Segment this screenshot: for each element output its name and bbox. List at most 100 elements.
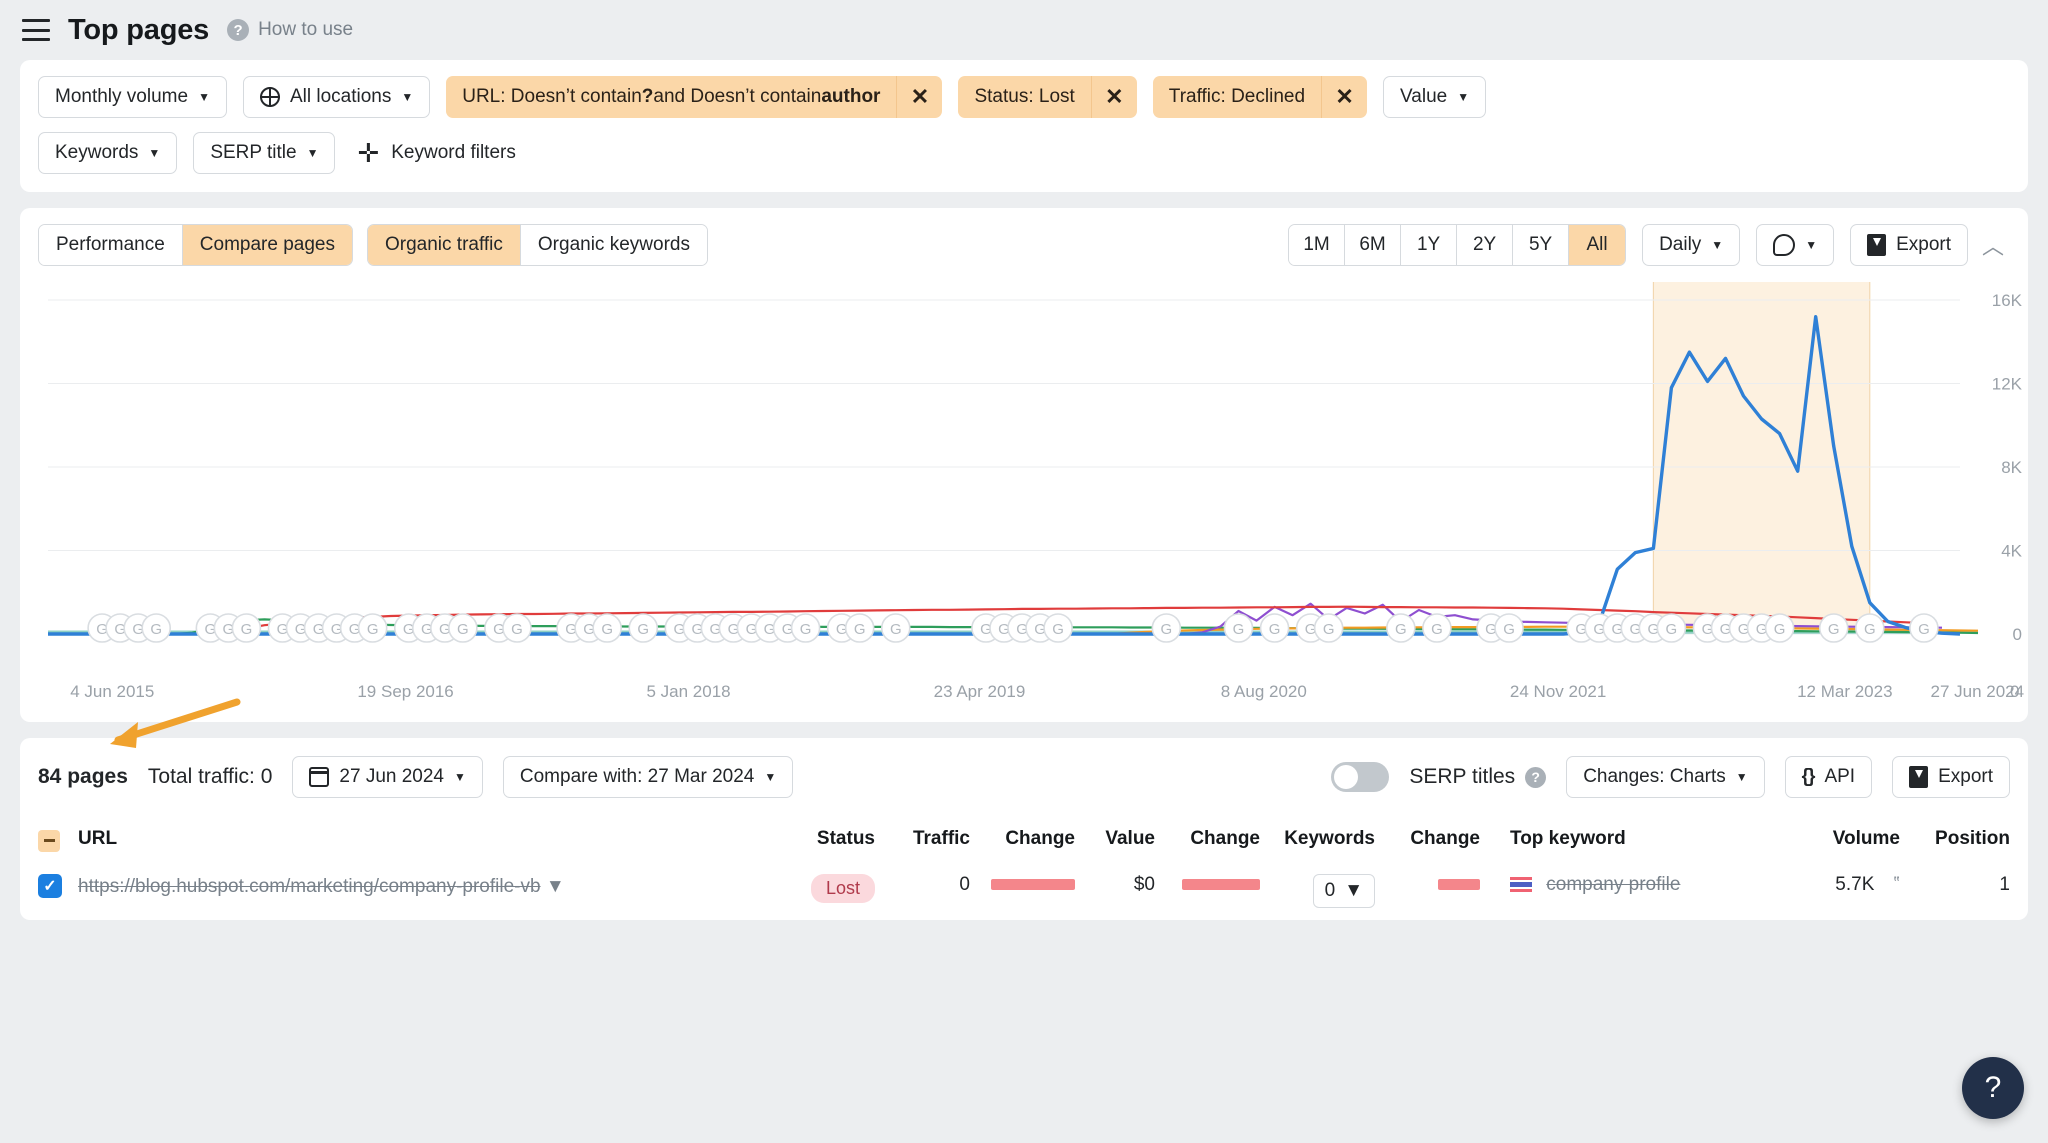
url-chip-value-2: author [821, 86, 881, 107]
col-value-change[interactable]: Change [1163, 816, 1268, 862]
changes-dropdown[interactable]: Changes: Charts ▼ [1566, 756, 1765, 798]
row-value-change-cell [1163, 862, 1268, 920]
chevron-down-icon: ▼ [1805, 238, 1818, 252]
col-traffic-change[interactable]: Change [978, 816, 1083, 862]
tab-compare-pages[interactable]: Compare pages [182, 225, 352, 265]
all-locations-dropdown[interactable]: All locations ▼ [242, 76, 431, 118]
range-2y[interactable]: 2Y [1457, 225, 1514, 265]
chart-svg: 04K8K12K16KG G G G G G G G G G G G G G G G G G G G G G G G G G G G G… [48, 282, 2023, 644]
compare-with-picker[interactable]: Compare with: 27 Mar 2024 ▼ [502, 756, 794, 798]
tab-organic-traffic[interactable]: Organic traffic [367, 225, 521, 265]
range-1m[interactable]: 1M [1289, 225, 1346, 265]
filter-chip-status-label: Status: Lost [974, 86, 1075, 107]
monthly-volume-dropdown[interactable]: Monthly volume ▼ [38, 76, 227, 118]
row-top-keyword-cell[interactable]: company profile [1488, 862, 1808, 920]
tab-performance[interactable]: Performance [39, 225, 183, 265]
col-top-keyword[interactable]: Top keyword [1488, 816, 1808, 862]
remove-status-filter-icon[interactable]: ✕ [1090, 76, 1137, 118]
svg-text:G: G [1269, 621, 1281, 638]
comment-icon [1773, 234, 1796, 256]
annotations-dropdown[interactable]: ▼ [1756, 224, 1835, 266]
question-icon[interactable]: ? [1525, 766, 1547, 788]
api-label: API [1824, 766, 1856, 787]
chevron-down-icon: ▼ [1735, 770, 1748, 784]
value-dropdown[interactable]: Value ▼ [1383, 76, 1487, 118]
keywords-count-dropdown[interactable]: 0 ▼ [1312, 873, 1375, 908]
view-tabs: Performance Compare pages [38, 224, 353, 266]
hamburger-icon[interactable] [22, 19, 50, 41]
col-status[interactable]: Status [793, 816, 883, 862]
download-icon [1909, 766, 1929, 788]
serp-title-dropdown[interactable]: SERP title ▼ [193, 132, 336, 174]
filter-panel: Monthly volume ▼ All locations ▼ URL: Do… [20, 60, 2028, 192]
indeterminate-checkbox-icon[interactable] [38, 829, 60, 852]
range-5y[interactable]: 5Y [1513, 225, 1570, 265]
svg-text:G: G [1233, 621, 1245, 638]
value-change-bar [1182, 878, 1260, 890]
remove-url-filter-icon[interactable]: ✕ [896, 76, 942, 118]
filter-chip-url-label: URL: Doesn’t contain ? and Doesn’t conta… [446, 76, 896, 118]
chevron-down-icon: ▼ [764, 770, 777, 784]
chevron-down-icon[interactable]: ▼ [546, 876, 565, 897]
help-fab-button[interactable]: ? [1962, 1057, 2024, 1119]
braces-icon: {} [1801, 766, 1816, 787]
chart-export-button[interactable]: Export [1850, 224, 1968, 266]
svg-text:G: G [854, 621, 866, 638]
svg-text:G: G [1395, 621, 1407, 638]
row-url-link[interactable]: https://blog.hubspot.com/marketing/compa… [78, 874, 541, 900]
serp-titles-label: SERP titles [1409, 765, 1516, 788]
col-position[interactable]: Position [1908, 816, 2028, 862]
filter-chip-status[interactable]: Status: Lost ✕ [958, 76, 1137, 118]
top-keyword-label[interactable]: company profile [1546, 874, 1680, 895]
chart-panel: Performance Compare pages Organic traffi… [20, 208, 2028, 722]
row-keywords-cell[interactable]: 0 ▼ [1268, 862, 1383, 920]
svg-text:G: G [601, 621, 613, 638]
pages-count: 84 pages [38, 765, 128, 788]
col-value[interactable]: Value [1083, 816, 1163, 862]
row-value-cell: $0 [1133, 873, 1155, 895]
range-1y[interactable]: 1Y [1401, 225, 1458, 265]
filter-chip-traffic[interactable]: Traffic: Declined ✕ [1152, 76, 1368, 118]
date-picker[interactable]: 27 Jun 2024 ▼ [292, 756, 483, 798]
thailand-flag-icon [1510, 876, 1532, 892]
svg-text:8K: 8K [2001, 458, 2022, 477]
range-6m[interactable]: 6M [1345, 225, 1402, 265]
row-position-cell: 1 [1999, 873, 2010, 895]
serp-titles-toggle[interactable] [1331, 762, 1390, 792]
add-keyword-filter-button[interactable]: ✛ Keyword filters [351, 140, 515, 166]
svg-text:12K: 12K [1992, 375, 2023, 394]
chevron-down-icon: ▼ [454, 770, 466, 784]
url-chip-prefix: URL: Doesn’t contain [462, 86, 642, 107]
svg-text:G: G [890, 621, 902, 638]
granularity-dropdown[interactable]: Daily ▼ [1642, 224, 1741, 266]
col-traffic[interactable]: Traffic [883, 816, 978, 862]
quotes-icon[interactable]: ‟ [1894, 874, 1900, 895]
table-export-button[interactable]: Export [1892, 756, 2010, 798]
chevron-up-icon[interactable]: ︿ [1976, 229, 2010, 261]
chevron-down-icon: ▼ [1344, 879, 1363, 901]
row-url-cell[interactable]: https://blog.hubspot.com/marketing/compa… [70, 862, 793, 920]
api-button[interactable]: {} API [1784, 756, 1873, 798]
row-checkbox-cell[interactable]: ✓ [20, 862, 70, 920]
col-keywords-change[interactable]: Change [1383, 816, 1488, 862]
filter-chip-url[interactable]: URL: Doesn’t contain ? and Doesn’t conta… [446, 76, 943, 118]
range-all[interactable]: All [1569, 225, 1626, 265]
page-title: Top pages [68, 13, 210, 46]
select-all-header[interactable] [20, 816, 70, 862]
x-tick-label: 12 Mar 2023 [1797, 682, 1893, 701]
col-url[interactable]: URL [70, 816, 793, 862]
how-to-use-link[interactable]: ? How to use [227, 19, 353, 41]
remove-traffic-filter-icon[interactable]: ✕ [1321, 76, 1367, 118]
url-chip-mid: and Doesn’t contain [653, 86, 822, 107]
chevron-down-icon: ▼ [401, 90, 414, 104]
col-volume[interactable]: Volume [1808, 816, 1908, 862]
checkbox-checked-icon[interactable]: ✓ [38, 873, 62, 898]
keywords-dropdown[interactable]: Keywords ▼ [38, 132, 178, 174]
svg-text:G: G [1503, 621, 1515, 638]
chevron-down-icon: ▼ [1711, 238, 1724, 252]
col-keywords[interactable]: Keywords [1268, 816, 1383, 862]
chevron-down-icon: ▼ [148, 146, 161, 160]
tab-organic-keywords[interactable]: Organic keywords [520, 225, 707, 265]
download-icon [1867, 234, 1887, 256]
date-range-selector: 1M 6M 1Y 2Y 5Y All [1288, 224, 1627, 266]
